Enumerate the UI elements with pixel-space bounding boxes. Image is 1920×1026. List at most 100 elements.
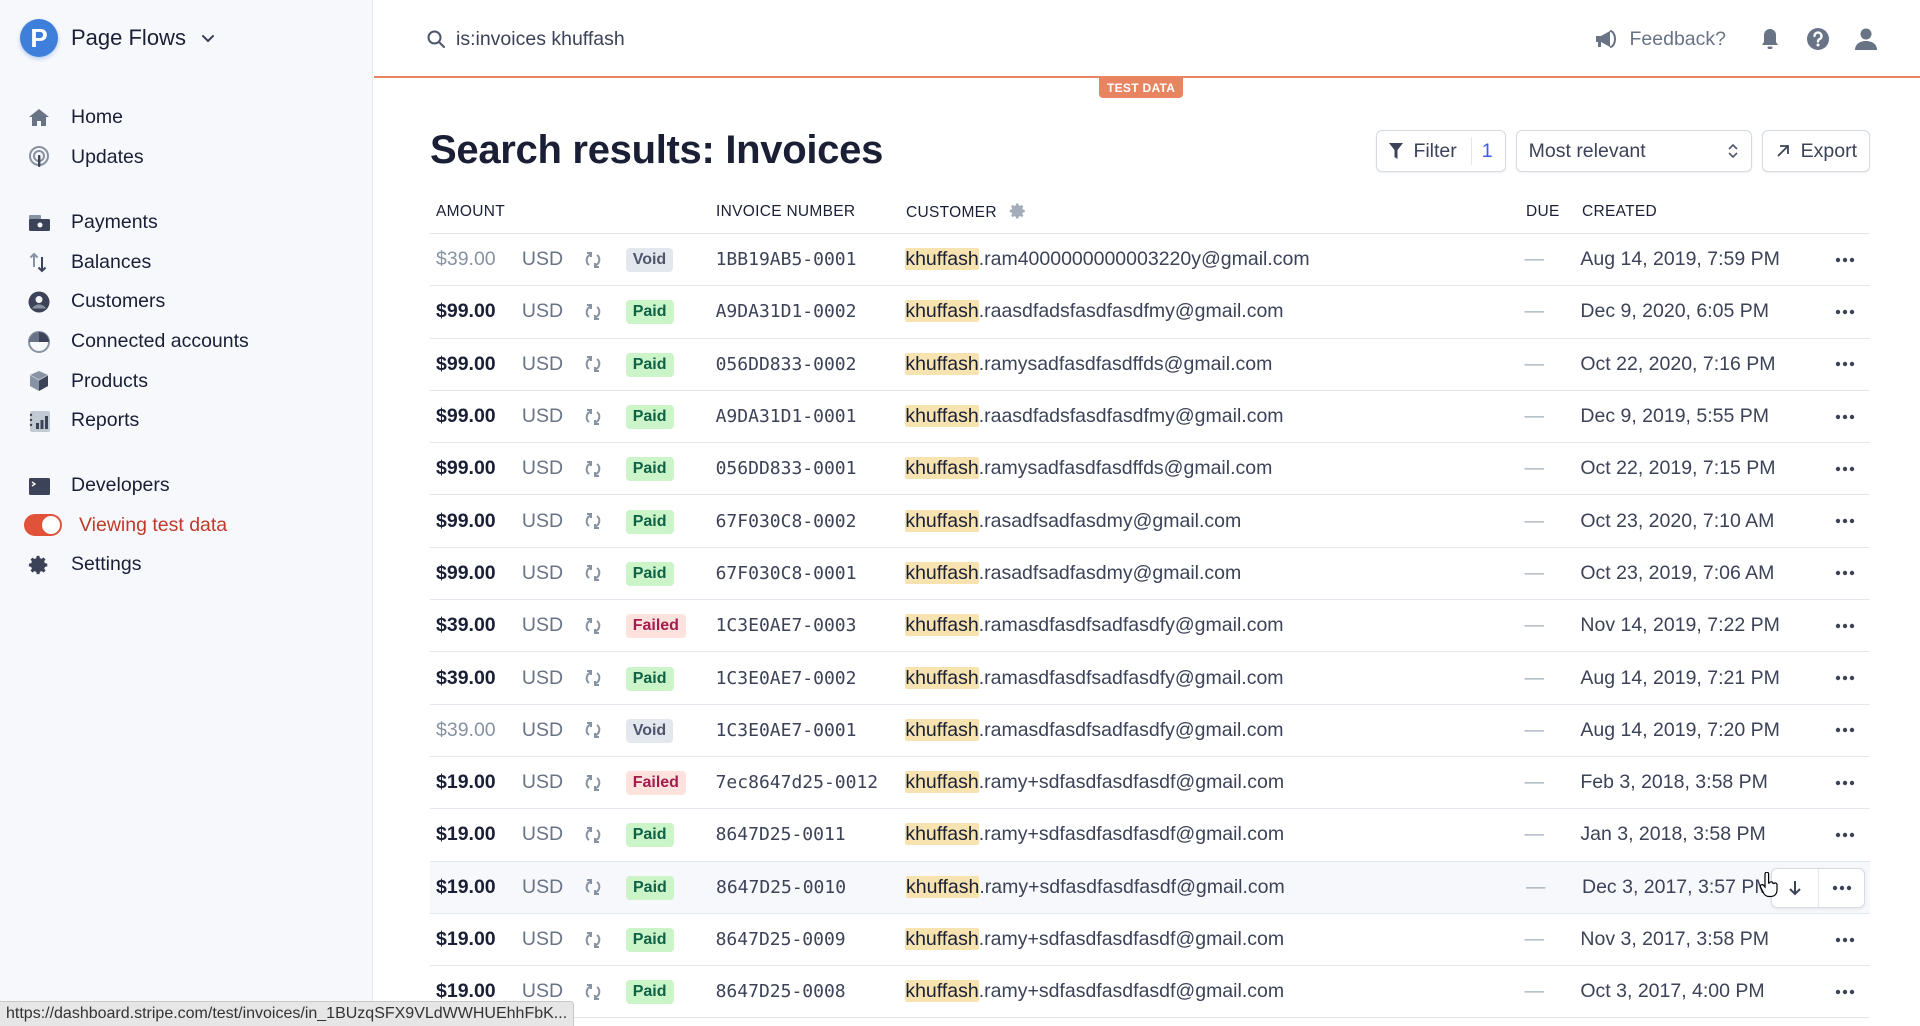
column-header-amount[interactable]: AMOUNT — [430, 203, 716, 221]
customer-cell[interactable]: khuffash.ramy+sdfasdfasdfasdf@gmail.com — [905, 823, 1524, 846]
sidebar-item-balances[interactable]: Balances — [0, 243, 373, 283]
feedback-button[interactable]: Feedback? — [1594, 28, 1726, 51]
table-row[interactable]: $39.00 USD Void 1C3E0AE7-0001 khuffash.ramas… — [430, 705, 1870, 757]
recurring-icon — [584, 878, 626, 896]
table-row[interactable]: $19.00 USD Paid 8647D25-0011 khuffash.ramy+s… — [430, 809, 1870, 862]
table-row[interactable]: $99.00 USD Paid 056DD833-0001 khuffash.ramys… — [430, 443, 1870, 496]
created-cell: Oct 22, 2019, 7:15 PM — [1580, 457, 1776, 480]
column-header-due[interactable]: DUE — [1526, 203, 1582, 221]
table-row[interactable]: $99.00 USD Paid A9DA31D1-0001 khuffash.raasd… — [430, 391, 1870, 444]
column-header-created[interactable]: CREATED — [1582, 203, 1822, 221]
more-actions-button[interactable] — [1820, 780, 1870, 786]
customer-cell[interactable]: khuffash.ramy+sdfasdfasdfasdf@gmail.com — [905, 771, 1524, 794]
help-icon[interactable] — [1806, 27, 1830, 51]
sidebar-item-developers[interactable]: Developers — [0, 466, 373, 506]
customer-cell[interactable]: khuffash.ramasdfasdfsadfasdfy@gmail.com — [905, 718, 1524, 742]
sidebar-item-customers[interactable]: Customers — [0, 282, 373, 322]
top-header: Feedback? — [374, 0, 1920, 78]
more-actions-button[interactable] — [1820, 675, 1870, 681]
status-badge: Paid — [625, 457, 674, 482]
table-row[interactable]: $19.00 USD Paid 8647D25-0009 khuffash.ramy+s… — [430, 914, 1870, 967]
search-bar[interactable] — [426, 24, 1126, 54]
amount-cell: $19.00 — [436, 928, 496, 950]
search-highlight: khuffash — [905, 405, 979, 428]
more-actions-button[interactable] — [1820, 466, 1870, 472]
more-actions-button[interactable] — [1820, 623, 1870, 629]
user-account-icon[interactable] — [1854, 27, 1878, 51]
sidebar-item-connected-accounts[interactable]: Connected accounts — [0, 322, 373, 362]
table-row[interactable]: $99.00 USD Paid 67F030C8-0002 khuffash.rasad… — [430, 495, 1870, 548]
invoices-table: AMOUNT INVOICE NUMBER CUSTOMER DUE CREAT… — [430, 190, 1870, 1019]
table-row[interactable]: $99.00 USD Paid 056DD833-0002 khuffash.ramys… — [430, 339, 1870, 391]
page-title: Search results: Invoices — [430, 128, 884, 172]
chevron-down-icon — [201, 35, 214, 42]
customer-email-rest: .ramysadfasdfasdffds@gmail.com — [978, 457, 1273, 480]
export-button[interactable]: Export — [1761, 130, 1870, 172]
customer-cell[interactable]: khuffash.ram4000000000003220y@gmail.com — [905, 248, 1524, 271]
toggle-icon[interactable] — [24, 514, 62, 537]
table-row[interactable]: $39.00 USD Failed 1C3E0AE7-0003 khuffash.ram… — [430, 600, 1870, 653]
sort-select[interactable]: Most relevant — [1515, 130, 1752, 172]
sidebar-item-payments[interactable]: Payments — [0, 203, 373, 243]
customer-cell[interactable]: khuffash.ramasdfasdfsadfasdfy@gmail.com — [905, 666, 1524, 690]
created-cell: Feb 3, 2018, 3:58 PM — [1580, 771, 1768, 794]
more-actions-button[interactable] — [1820, 570, 1870, 576]
sidebar-item-reports[interactable]: Reports — [0, 401, 373, 441]
status-cell: Failed — [625, 770, 716, 796]
more-actions-button[interactable] — [1818, 868, 1864, 907]
customer-cell[interactable]: khuffash.ramy+sdfasdfasdfasdf@gmail.com — [906, 875, 1526, 899]
recurring-icon — [584, 512, 626, 530]
customer-cell[interactable]: khuffash.ramysadfasdfasdffds@gmail.com — [905, 457, 1524, 480]
invoice-number-cell: 1C3E0AE7-0001 — [715, 719, 857, 741]
more-actions-button[interactable] — [1820, 361, 1870, 367]
customer-email-rest: .raasdfadsfasdfasdfmy@gmail.com — [978, 300, 1284, 323]
search-highlight: khuffash — [905, 561, 979, 584]
more-actions-button[interactable] — [1820, 309, 1870, 315]
filter-button[interactable]: Filter 1 — [1376, 130, 1506, 172]
customer-cell[interactable]: khuffash.rasadfsadfasdmy@gmail.com — [905, 509, 1524, 533]
more-actions-button[interactable] — [1820, 414, 1870, 420]
sidebar-item-home[interactable]: Home — [0, 98, 373, 138]
invoice-number-cell: 1C3E0AE7-0003 — [715, 615, 857, 637]
customer-cell[interactable]: khuffash.raasdfadsfasdfasdfmy@gmail.com — [905, 300, 1524, 323]
more-actions-button[interactable] — [1820, 937, 1870, 943]
table-row[interactable]: $19.00 USD Paid 8647D25-0010 khuffash.ramy+s… — [430, 861, 1870, 914]
search-input[interactable] — [456, 27, 1096, 51]
sidebar-item-settings[interactable]: Settings — [0, 545, 373, 585]
more-actions-button[interactable] — [1820, 727, 1870, 733]
due-cell: — — [1524, 248, 1544, 271]
more-actions-button[interactable] — [1820, 832, 1870, 838]
table-row[interactable]: $99.00 USD Paid A9DA31D1-0002 khuffash.raasd… — [430, 286, 1870, 339]
customer-cell[interactable]: khuffash.ramy+sdfasdfasdfasdf@gmail.com — [905, 928, 1524, 951]
more-actions-button[interactable] — [1820, 989, 1870, 995]
more-actions-button[interactable] — [1820, 518, 1870, 524]
gear-icon[interactable] — [1009, 202, 1027, 220]
table-row[interactable]: $19.00 USD Paid 8647D25-0008 khuffash.ramy+s… — [430, 966, 1870, 1019]
sidebar-item-test-data-toggle[interactable]: Viewing test data — [0, 506, 373, 546]
sidebar-item-label: Home — [71, 106, 124, 129]
customer-cell[interactable]: khuffash.ramysadfasdfasdffds@gmail.com — [905, 352, 1524, 376]
table-row[interactable]: $39.00 USD Paid 1C3E0AE7-0002 khuffash.ramas… — [430, 652, 1870, 705]
search-highlight: khuffash — [905, 352, 979, 375]
more-actions-button[interactable] — [1820, 257, 1870, 263]
amount-cell: $19.00 — [436, 980, 496, 1003]
customer-cell[interactable]: khuffash.rasadfsadfasdmy@gmail.com — [905, 561, 1524, 585]
account-switcher[interactable]: P Page Flows — [20, 18, 216, 58]
status-cell: Failed — [625, 613, 716, 639]
column-header-invoice-number[interactable]: INVOICE NUMBER — [716, 203, 906, 221]
status-badge: Paid — [625, 561, 674, 586]
bell-icon[interactable] — [1758, 27, 1782, 51]
table-row[interactable]: $99.00 USD Paid 67F030C8-0001 khuffash.rasad… — [430, 548, 1870, 601]
customer-cell[interactable]: khuffash.ramasdfasdfsadfasdfy@gmail.com — [905, 614, 1524, 637]
table-row[interactable]: $19.00 USD Failed 7ec8647d25-0012 khuffash.r… — [430, 757, 1870, 810]
customer-cell[interactable]: khuffash.ramy+sdfasdfasdfasdf@gmail.com — [905, 980, 1524, 1003]
amount-cell: $39.00 — [436, 666, 496, 689]
ellipsis-icon — [1835, 989, 1855, 994]
brand-name: Page Flows — [71, 25, 186, 50]
sidebar-item-updates[interactable]: Updates — [0, 138, 373, 178]
customer-email-rest: .raasdfadsfasdfasdfmy@gmail.com — [978, 405, 1284, 428]
sidebar-item-products[interactable]: Products — [0, 361, 373, 401]
table-row[interactable]: $39.00 USD Void 1BB19AB5-0001 khuffash.ram40… — [430, 234, 1870, 287]
customer-cell[interactable]: khuffash.raasdfadsfasdfasdfmy@gmail.com — [905, 405, 1524, 428]
invoice-number-cell: A9DA31D1-0002 — [715, 301, 857, 323]
